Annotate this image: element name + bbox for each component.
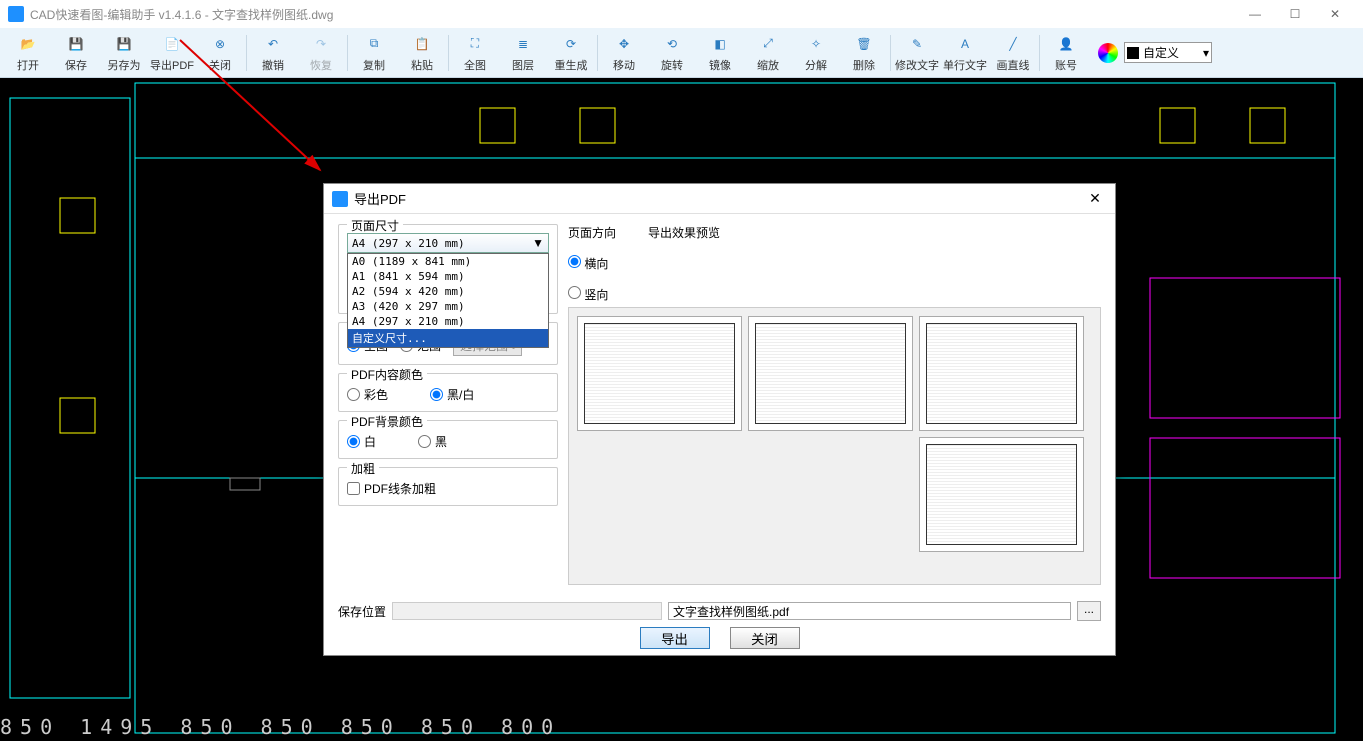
move-icon: ✥ bbox=[613, 33, 635, 55]
close-icon: ⊗ bbox=[209, 33, 231, 55]
undo-icon: ↶ bbox=[262, 33, 284, 55]
toolbar-edittext-button[interactable]: ✎修改文字 bbox=[893, 30, 941, 76]
explode-icon: ✧ bbox=[805, 33, 827, 55]
toolbar-pdf-button[interactable]: 📄导出PDF bbox=[148, 30, 196, 76]
toolbar-account-button[interactable]: 👤账号 bbox=[1042, 30, 1090, 76]
toolbar-save-button[interactable]: 💾保存 bbox=[52, 30, 100, 76]
copy-icon: ⧉ bbox=[363, 33, 385, 55]
edittext-icon: ✎ bbox=[906, 33, 928, 55]
orientation-portrait-radio[interactable]: 竖向 bbox=[568, 286, 628, 303]
toolbar-line-button[interactable]: ╱画直线 bbox=[989, 30, 1037, 76]
pdf-color-label: PDF内容颜色 bbox=[347, 366, 427, 383]
account-icon: 👤 bbox=[1055, 33, 1077, 55]
app-icon bbox=[8, 6, 24, 22]
bg-white-radio[interactable]: 白 bbox=[347, 433, 376, 450]
pdf-bg-label: PDF背景颜色 bbox=[347, 413, 427, 430]
page-size-selected: A4 (297 x 210 mm) bbox=[352, 237, 465, 250]
redo-icon: ↷ bbox=[310, 33, 332, 55]
dialog-icon bbox=[332, 191, 348, 207]
toolbar-extents-button[interactable]: ⛶全图 bbox=[451, 30, 499, 76]
scale-icon: ⤢ bbox=[757, 33, 779, 55]
dialog-close-button[interactable]: ✕ bbox=[1083, 190, 1107, 207]
page-size-dropdown[interactable]: A4 (297 x 210 mm) ▼ A0 (1189 x 841 mm)A1… bbox=[347, 233, 549, 253]
toolbar-text-button[interactable]: A单行文字 bbox=[941, 30, 989, 76]
page-size-label: 页面尺寸 bbox=[347, 217, 403, 234]
extents-icon: ⛶ bbox=[464, 33, 486, 55]
main-toolbar: 📂打开💾保存💾另存为📄导出PDF⊗关闭↶撤销↷恢复⧉复制📋粘贴⛶全图≣图层⟳重生… bbox=[0, 28, 1363, 78]
preview-page-1[interactable] bbox=[577, 316, 742, 431]
toolbar-rotate-button[interactable]: ⟲旋转 bbox=[648, 30, 696, 76]
chevron-down-icon: ▼ bbox=[532, 236, 544, 250]
page-size-option[interactable]: A0 (1189 x 841 mm) bbox=[348, 254, 548, 269]
preview-page-3[interactable] bbox=[919, 316, 1084, 431]
toolbar-open-button[interactable]: 📂打开 bbox=[4, 30, 52, 76]
layers-icon: ≣ bbox=[512, 33, 534, 55]
rotate-icon: ⟲ bbox=[661, 33, 683, 55]
toolbar-close-button[interactable]: ⊗关闭 bbox=[196, 30, 244, 76]
dialog-titlebar: 导出PDF ✕ bbox=[324, 184, 1115, 214]
save-location-label: 保存位置 bbox=[338, 603, 386, 620]
color-wheel-icon[interactable] bbox=[1098, 43, 1118, 63]
pdf-bg-group: PDF背景颜色 白 黑 bbox=[338, 420, 558, 459]
toolbar-undo-button[interactable]: ↶撤销 bbox=[249, 30, 297, 76]
page-size-option[interactable]: A4 (297 x 210 mm) bbox=[348, 314, 548, 329]
color-bw-radio[interactable]: 黑/白 bbox=[430, 386, 474, 403]
save-icon: 💾 bbox=[65, 33, 87, 55]
page-size-option[interactable]: A2 (594 x 420 mm) bbox=[348, 284, 548, 299]
custom-color-select[interactable]: 自定义▾ bbox=[1124, 42, 1212, 63]
bg-black-radio[interactable]: 黑 bbox=[418, 433, 447, 450]
text-icon: A bbox=[954, 33, 976, 55]
window-close-button[interactable]: ✕ bbox=[1315, 7, 1355, 21]
toolbar-paste-button[interactable]: 📋粘贴 bbox=[398, 30, 446, 76]
line-icon: ╱ bbox=[1002, 33, 1024, 55]
page-size-group: 页面尺寸 A4 (297 x 210 mm) ▼ A0 (1189 x 841 … bbox=[338, 224, 558, 314]
maximize-button[interactable]: ☐ bbox=[1275, 7, 1315, 21]
saveas-icon: 💾 bbox=[113, 33, 135, 55]
window-titlebar: CAD快速看图-编辑助手 v1.4.1.6 - 文字查找样例图纸.dwg — ☐… bbox=[0, 0, 1363, 28]
color-color-radio[interactable]: 彩色 bbox=[347, 386, 388, 403]
regen-icon: ⟳ bbox=[560, 33, 582, 55]
page-size-option[interactable]: 自定义尺寸... bbox=[348, 329, 548, 347]
bold-label: 加粗 bbox=[347, 460, 379, 477]
bold-checkbox[interactable]: PDF线条加粗 bbox=[347, 480, 549, 497]
toolbar-explode-button[interactable]: ✧分解 bbox=[792, 30, 840, 76]
open-icon: 📂 bbox=[17, 33, 39, 55]
toolbar-copy-button[interactable]: ⧉复制 bbox=[350, 30, 398, 76]
save-path-display bbox=[392, 602, 662, 620]
filename-input[interactable] bbox=[668, 602, 1071, 620]
toolbar-move-button[interactable]: ✥移动 bbox=[600, 30, 648, 76]
delete-icon: 🗑 bbox=[853, 33, 875, 55]
browse-button[interactable]: ... bbox=[1077, 601, 1101, 621]
toolbar-layers-button[interactable]: ≣图层 bbox=[499, 30, 547, 76]
orientation-label: 页面方向 bbox=[568, 224, 628, 241]
dialog-cancel-button[interactable]: 关闭 bbox=[730, 627, 800, 649]
mirror-icon: ◧ bbox=[709, 33, 731, 55]
ruler-numbers: 850 1495 850 850 850 850 800 bbox=[0, 715, 1363, 739]
preview-area bbox=[568, 307, 1101, 585]
toolbar-regen-button[interactable]: ⟳重生成 bbox=[547, 30, 595, 76]
paste-icon: 📋 bbox=[411, 33, 433, 55]
preview-page-2[interactable] bbox=[748, 316, 913, 431]
pdf-icon: 📄 bbox=[161, 33, 183, 55]
toolbar-saveas-button[interactable]: 💾另存为 bbox=[100, 30, 148, 76]
toolbar-delete-button[interactable]: 🗑删除 bbox=[840, 30, 888, 76]
toolbar-scale-button[interactable]: ⤢缩放 bbox=[744, 30, 792, 76]
preview-page-4[interactable] bbox=[919, 437, 1084, 552]
page-size-option[interactable]: A1 (841 x 594 mm) bbox=[348, 269, 548, 284]
pdf-color-group: PDF内容颜色 彩色 黑/白 bbox=[338, 373, 558, 412]
page-size-options-list: A0 (1189 x 841 mm)A1 (841 x 594 mm)A2 (5… bbox=[347, 253, 549, 348]
preview-label: 导出效果预览 bbox=[648, 224, 1101, 241]
page-size-option[interactable]: A3 (420 x 297 mm) bbox=[348, 299, 548, 314]
window-title: CAD快速看图-编辑助手 v1.4.1.6 - 文字查找样例图纸.dwg bbox=[30, 6, 1235, 23]
export-pdf-dialog: 导出PDF ✕ 页面尺寸 A4 (297 x 210 mm) ▼ A0 (118… bbox=[323, 183, 1116, 656]
toolbar-mirror-button[interactable]: ◧镜像 bbox=[696, 30, 744, 76]
export-button[interactable]: 导出 bbox=[640, 627, 710, 649]
dialog-title: 导出PDF bbox=[354, 189, 1083, 208]
minimize-button[interactable]: — bbox=[1235, 7, 1275, 21]
bold-group: 加粗 PDF线条加粗 bbox=[338, 467, 558, 506]
orientation-landscape-radio[interactable]: 横向 bbox=[568, 255, 628, 272]
toolbar-redo-button[interactable]: ↷恢复 bbox=[297, 30, 345, 76]
